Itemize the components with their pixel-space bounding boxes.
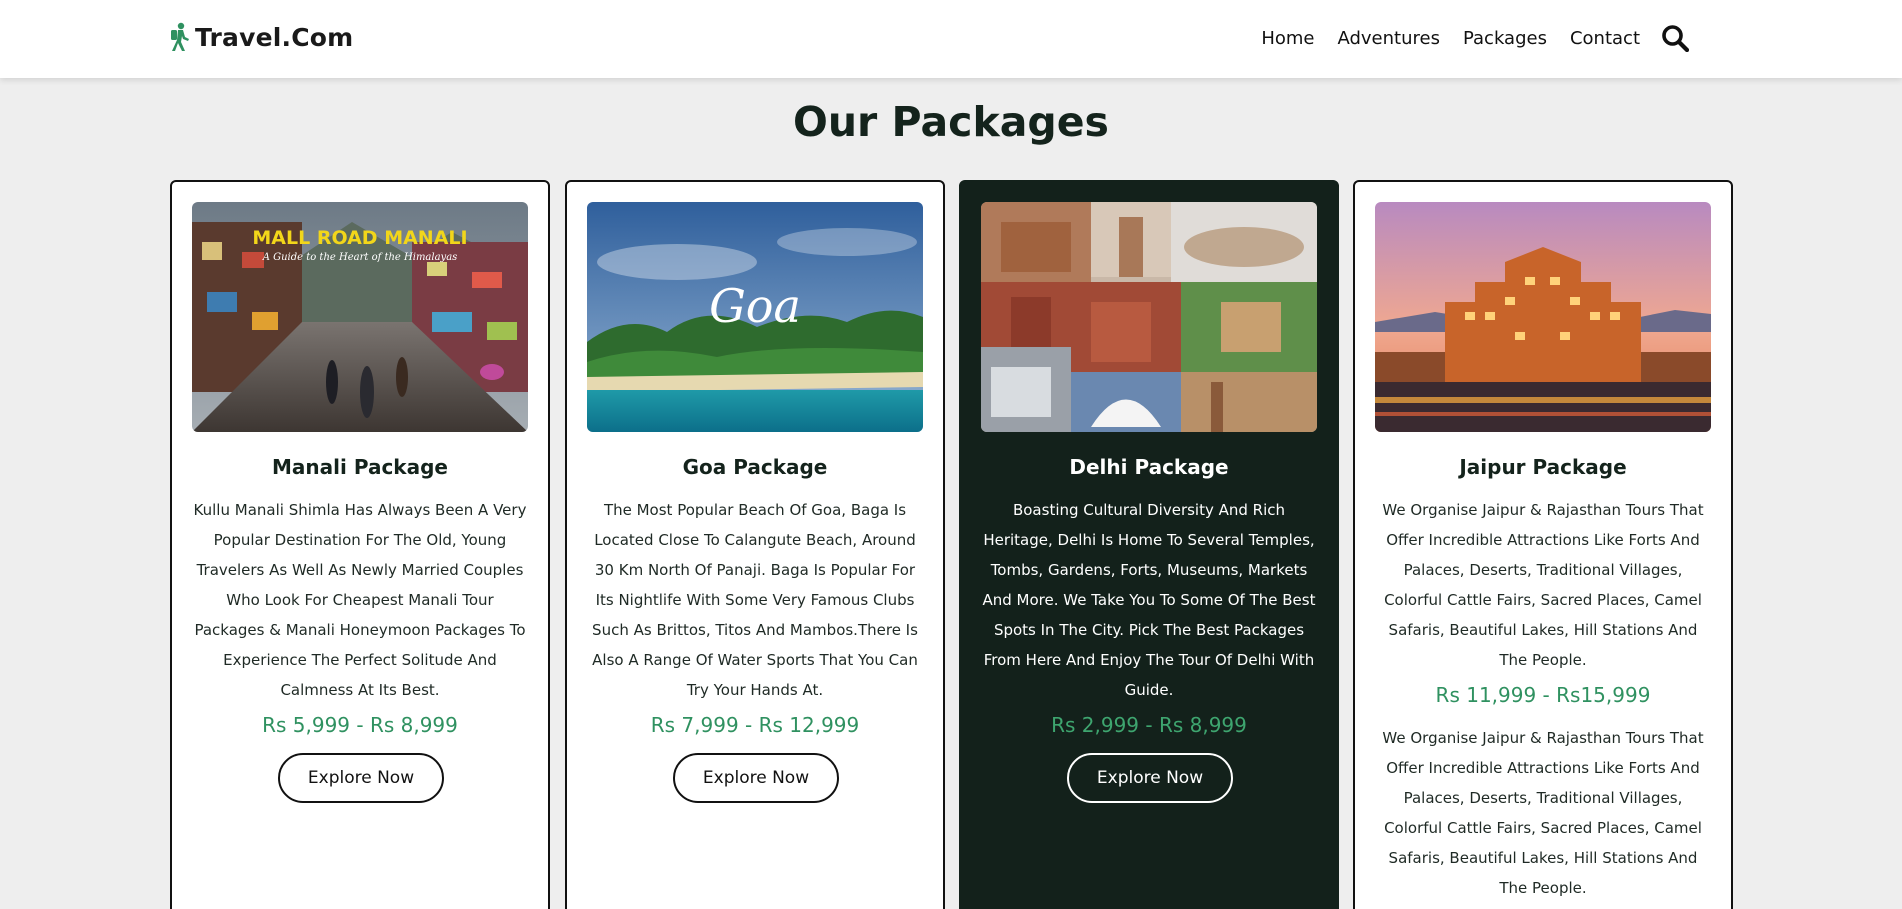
package-price: Rs 5,999 - Rs 8,999 [262,713,458,737]
jaipur-image [1375,202,1711,432]
nav-adventures[interactable]: Adventures [1337,28,1439,49]
package-title: Delhi Package [1069,455,1229,479]
search-icon[interactable] [1661,24,1689,52]
package-title: Jaipur Package [1459,455,1627,479]
manali-image: MALL ROAD MANALI A Guide to the Heart of… [192,202,528,432]
package-description: The Most Popular Beach Of Goa, Baga Is L… [592,501,918,699]
hiker-icon [171,22,189,51]
package-price: Rs 7,999 - Rs 12,999 [650,713,860,737]
package-card-delhi: Delhi Package Boasting Cultural Diversit… [959,180,1339,909]
svg-text:MALL ROAD MANALI: MALL ROAD MANALI [252,227,467,249]
explore-now-button[interactable]: Explore Now [1067,753,1233,803]
main-nav: Home Adventures Packages Contact [1261,24,1689,52]
explore-now-button[interactable]: Explore Now [278,753,444,803]
nav-home[interactable]: Home [1261,28,1314,49]
package-card-manali: MALL ROAD MANALI A Guide to the Heart of… [170,180,550,909]
package-price: Rs 11,999 - Rs15,999 [1435,683,1651,707]
goa-image: Goa [587,202,923,432]
svg-text:Goa: Goa [709,279,801,333]
package-card-goa: Goa Goa Package The Most Popular Beach O… [565,180,945,909]
package-description: We Organise Jaipur & Rajasthan Tours Tha… [1382,501,1704,669]
package-description-secondary: We Organise Jaipur & Rajasthan Tours Tha… [1382,729,1704,897]
site-logo[interactable]: Travel.Com [169,22,353,52]
package-price: Rs 2,999 - Rs 8,999 [1051,713,1247,737]
page-title: Our Packages [793,98,1109,146]
explore-now-button[interactable]: Explore Now [673,753,839,803]
package-title: Goa Package [682,455,828,479]
package-description: Kullu Manali Shimla Has Always Been A Ve… [193,501,527,699]
package-card-jaipur: Jaipur Package We Organise Jaipur & Raja… [1353,180,1733,909]
svg-text:A Guide to the Heart of the Hi: A Guide to the Heart of the Himalayas [262,252,458,263]
logo-text: Travel.Com [195,22,354,52]
site-header: Travel.Com Home Adventures Packages Cont… [0,0,1902,78]
package-description: Boasting Cultural Diversity And Rich Her… [982,501,1316,699]
nav-packages[interactable]: Packages [1463,28,1547,49]
nav-contact[interactable]: Contact [1570,28,1640,49]
delhi-image [981,202,1317,432]
package-title: Manali Package [272,455,448,479]
